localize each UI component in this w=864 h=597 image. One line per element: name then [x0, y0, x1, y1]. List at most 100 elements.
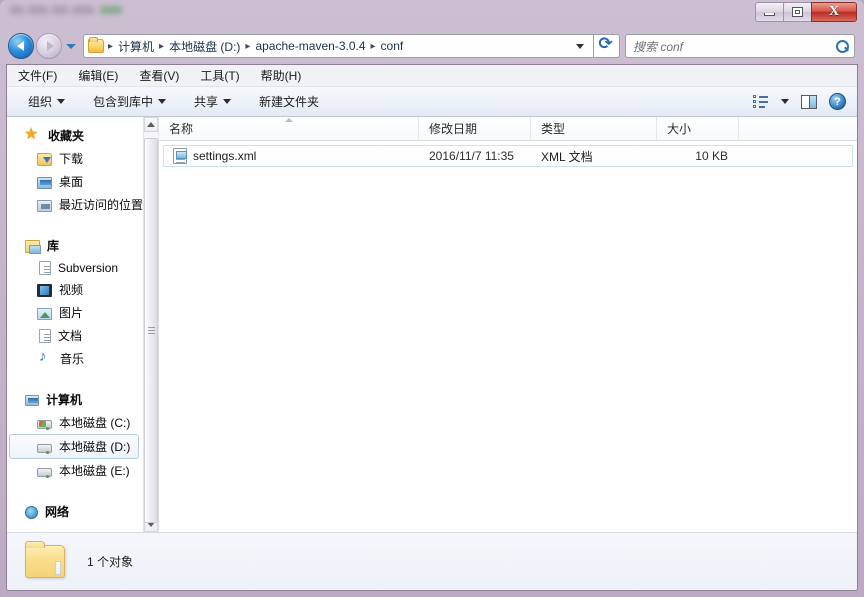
search-box[interactable]: 搜索 conf: [625, 34, 855, 58]
file-date-cell: 2016/11/7 11:35: [429, 149, 514, 163]
column-header-name[interactable]: 名称: [159, 117, 419, 140]
sidebar-item-subversion-label: Subversion: [58, 260, 119, 275]
view-mode-button[interactable]: [748, 93, 774, 111]
chevron-down-icon: [57, 99, 66, 104]
column-header-date[interactable]: 修改日期: [419, 117, 531, 140]
sidebar-item-recent-places[interactable]: 最近访问的位置: [7, 193, 143, 216]
column-header-type[interactable]: 类型: [531, 117, 657, 140]
nav-gap-1: [7, 220, 143, 234]
sidebar-item-recent-places-label: 最近访问的位置: [59, 198, 144, 212]
command-toolbar: 组织 包含到库中 共享 新建文件夹 ?: [7, 87, 857, 117]
scrollbar-track[interactable]: [144, 132, 158, 523]
menu-bar: 文件(F) 编辑(E) 查看(V) 工具(T) 帮助(H): [7, 65, 857, 87]
sidebar-item-downloads[interactable]: 下载: [7, 147, 143, 170]
column-header-type-label: 类型: [541, 122, 566, 136]
breadcrumb-item-0[interactable]: 计算机: [115, 38, 157, 55]
sidebar-item-drive-c[interactable]: 本地磁盘 (C:): [7, 411, 143, 434]
music-icon: [37, 348, 53, 367]
xml-file-icon: [173, 148, 187, 164]
close-button[interactable]: X: [811, 2, 857, 22]
chevron-down-icon: [781, 99, 789, 104]
status-bar: 1 个对象: [7, 532, 857, 590]
breadcrumb-separator-1[interactable]: ▸: [157, 41, 166, 52]
breadcrumb-bar[interactable]: ▸ 计算机 ▸ 本地磁盘 (D:) ▸ apache-maven-3.0.4 ▸…: [83, 34, 594, 58]
client-area: 文件(F) 编辑(E) 查看(V) 工具(T) 帮助(H) 组织 包含到库中 共…: [6, 64, 858, 591]
sidebar-item-downloads-label: 下载: [59, 152, 84, 166]
sidebar-item-drive-e-label: 本地磁盘 (E:): [59, 464, 130, 478]
view-list-icon: [753, 94, 769, 109]
column-header-date-label: 修改日期: [429, 122, 478, 136]
sidebar-header-computer[interactable]: 计算机: [7, 388, 143, 411]
maximize-button[interactable]: [783, 2, 812, 22]
navigation-scrollbar[interactable]: [143, 117, 158, 532]
drive-icon: [37, 444, 52, 454]
breadcrumb-item-3[interactable]: conf: [378, 39, 407, 53]
sidebar-header-favorites[interactable]: 收藏夹: [7, 124, 143, 147]
file-rows[interactable]: settings.xml 2016/11/7 11:35 XML 文档 10 K…: [159, 141, 857, 532]
column-header-size[interactable]: 大小: [657, 117, 739, 140]
help-icon: ?: [829, 93, 846, 110]
recent-locations-chevron-icon[interactable]: [66, 43, 76, 49]
menu-view[interactable]: 查看(V): [139, 65, 188, 86]
breadcrumb-separator-3[interactable]: ▸: [369, 41, 378, 52]
sidebar-header-network[interactable]: 网络: [7, 500, 143, 523]
sidebar-item-desktop[interactable]: 桌面: [7, 170, 143, 193]
chevron-down-icon: [576, 43, 584, 49]
refresh-button[interactable]: [594, 34, 620, 58]
share-label: 共享: [194, 95, 219, 109]
help-button[interactable]: ?: [824, 91, 851, 112]
breadcrumb-separator-2[interactable]: ▸: [243, 41, 252, 52]
explorer-window: X ▸ 计算机 ▸ 本地磁盘 (D:) ▸ apache-maven-3.0.4…: [0, 0, 864, 597]
downloads-icon: [37, 153, 52, 166]
scroll-up-button[interactable]: [144, 117, 158, 132]
picture-icon: [37, 307, 52, 320]
scrollbar-thumb[interactable]: [144, 138, 158, 523]
sidebar-header-computer-label: 计算机: [46, 393, 83, 407]
organize-button[interactable]: 组织: [19, 89, 74, 114]
file-type-cell: XML 文档: [541, 149, 593, 164]
table-row[interactable]: settings.xml 2016/11/7 11:35 XML 文档 10 K…: [163, 145, 853, 167]
nav-gap-2: [7, 374, 143, 388]
sidebar-item-subversion[interactable]: Subversion: [7, 257, 143, 278]
menu-edit[interactable]: 编辑(E): [78, 65, 127, 86]
search-input[interactable]: 搜索 conf: [633, 38, 836, 55]
menu-tools[interactable]: 工具(T): [200, 65, 248, 86]
column-header-name-label: 名称: [169, 122, 194, 136]
sidebar-header-libraries[interactable]: 库: [7, 234, 143, 257]
new-folder-label: 新建文件夹: [259, 95, 320, 109]
forward-button[interactable]: [36, 33, 62, 59]
share-button[interactable]: 共享: [185, 89, 240, 114]
include-in-library-button[interactable]: 包含到库中: [84, 89, 175, 114]
column-header-size-label: 大小: [667, 122, 692, 136]
address-bar: ▸ 计算机 ▸ 本地磁盘 (D:) ▸ apache-maven-3.0.4 ▸…: [0, 28, 864, 64]
menu-help[interactable]: 帮助(H): [261, 65, 311, 86]
sidebar-item-drive-e[interactable]: 本地磁盘 (E:): [7, 459, 143, 482]
library-icon: [25, 240, 41, 254]
breadcrumb-item-2[interactable]: apache-maven-3.0.4: [252, 39, 368, 53]
preview-pane-button[interactable]: [796, 93, 822, 111]
back-button[interactable]: [8, 33, 34, 59]
minimize-icon: [764, 13, 775, 16]
breadcrumb-item-1[interactable]: 本地磁盘 (D:): [166, 38, 243, 55]
sidebar-header-favorites-label: 收藏夹: [48, 129, 85, 143]
arrow-left-icon: [16, 41, 24, 51]
sidebar-item-pictures[interactable]: 图片: [7, 301, 143, 324]
title-bar: X: [0, 0, 864, 28]
nav-group-libraries: 库 Subversion 视频 图片 文档 ♪ 音乐: [7, 234, 143, 370]
star-icon: [24, 124, 41, 144]
folder-icon: [25, 541, 65, 578]
sidebar-item-drive-d[interactable]: 本地磁盘 (D:): [9, 434, 139, 459]
sidebar-item-documents[interactable]: 文档: [7, 324, 143, 347]
breadcrumb-separator-0[interactable]: ▸: [106, 41, 115, 52]
sidebar-item-music[interactable]: 音乐: [7, 347, 143, 370]
column-headers: 名称 修改日期 类型 大小: [159, 117, 857, 141]
sidebar-item-videos-label: 视频: [59, 283, 84, 297]
view-mode-dropdown[interactable]: [776, 97, 794, 106]
sidebar-item-videos[interactable]: 视频: [7, 278, 143, 301]
file-name-cell[interactable]: settings.xml: [164, 148, 420, 164]
item-count-label: 1 个对象: [87, 555, 134, 569]
address-dropdown-button[interactable]: [570, 43, 593, 49]
new-folder-button[interactable]: 新建文件夹: [250, 89, 328, 114]
minimize-button[interactable]: [755, 2, 784, 22]
menu-file[interactable]: 文件(F): [18, 65, 66, 86]
